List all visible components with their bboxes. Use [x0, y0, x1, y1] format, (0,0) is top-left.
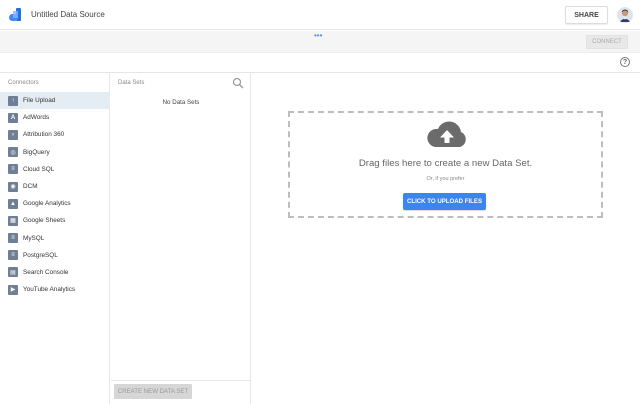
datasets-panel: Data Sets No Data Sets CREATE NEW DATA S…	[111, 73, 251, 404]
adwords-icon: A	[8, 112, 18, 123]
bigquery-icon: ◎	[8, 147, 18, 158]
no-datasets-text: No Data Sets	[162, 99, 200, 106]
cloud-sql-icon: ≡	[8, 164, 18, 175]
connector-label: Attribution 360	[23, 131, 65, 139]
analytics-icon: ▲	[8, 198, 18, 209]
share-button[interactable]: SHARE	[565, 6, 608, 24]
dcm-icon: ◉	[8, 181, 18, 192]
connector-item[interactable]: ▦ Google Sheets	[0, 212, 110, 229]
help-icon[interactable]: ?	[620, 57, 630, 67]
connector-label: AdWords	[23, 114, 50, 122]
connector-item[interactable]: ≡ PostgreSQL	[0, 247, 110, 264]
data-studio-logo-icon[interactable]	[9, 8, 21, 21]
connector-item[interactable]: A AdWords	[0, 109, 110, 126]
connector-item[interactable]: ▤ Search Console	[0, 264, 110, 281]
youtube-icon: ▶	[8, 284, 18, 295]
connector-label: YouTube Analytics	[23, 286, 76, 294]
drag-handle-icon[interactable]: •••	[314, 31, 322, 40]
cloud-upload-icon	[427, 121, 466, 147]
file-drop-zone[interactable]: Drag files here to create a new Data Set…	[288, 111, 603, 218]
drop-title: Drag files here to create a new Data Set…	[358, 158, 533, 169]
connector-label: Cloud SQL	[23, 165, 55, 173]
connector-label: Google Analytics	[23, 200, 71, 208]
connector-item[interactable]: ◉ DCM	[0, 178, 110, 195]
file-upload-icon: ↑	[8, 95, 18, 106]
top-bar: Untitled Data Source SHARE	[0, 0, 640, 30]
sub-toolbar: ••• CONNECT	[0, 31, 640, 53]
connector-label: DCM	[23, 183, 38, 191]
connectors-panel: Connectors ↑ File Upload A AdWords › Attribut…	[0, 73, 110, 404]
data-source-title[interactable]: Untitled Data Source	[31, 10, 105, 19]
connector-item[interactable]: ↑ File Upload	[0, 92, 110, 110]
connect-button[interactable]: CONNECT	[586, 35, 628, 49]
search-icon[interactable]	[232, 77, 244, 89]
mysql-icon: ≡	[8, 233, 18, 244]
divider	[111, 380, 251, 381]
datasets-header: Data Sets	[118, 80, 145, 86]
connector-item[interactable]: ≡ Cloud SQL	[0, 161, 110, 178]
user-avatar[interactable]	[617, 7, 633, 23]
connector-label: Search Console	[23, 268, 69, 276]
sheets-icon: ▦	[8, 215, 18, 226]
connector-item[interactable]: ◎ BigQuery	[0, 144, 110, 161]
attribution-icon: ›	[8, 129, 18, 140]
connector-label: MySQL	[23, 234, 45, 242]
connector-label: BigQuery	[23, 148, 50, 156]
connector-item[interactable]: ≡ MySQL	[0, 230, 110, 247]
connector-label: PostgreSQL	[23, 251, 58, 259]
search-console-icon: ▤	[8, 267, 18, 278]
drop-subtitle: Or, if you prefer	[426, 176, 465, 182]
connector-item[interactable]: › Attribution 360	[0, 126, 110, 143]
postgresql-icon: ≡	[8, 250, 18, 261]
connectors-header: Connectors	[8, 80, 39, 86]
upload-files-button[interactable]: CLICK TO UPLOAD FILES	[403, 193, 486, 210]
connector-label: Google Sheets	[23, 217, 66, 225]
connector-item[interactable]: ▶ YouTube Analytics	[0, 281, 110, 298]
connector-item[interactable]: ▲ Google Analytics	[0, 195, 110, 212]
connector-label: File Upload	[23, 97, 56, 105]
create-dataset-button[interactable]: CREATE NEW DATA SET	[114, 384, 192, 399]
connectors-list: ↑ File Upload A AdWords › Attribution 360 ◎ Big…	[0, 92, 110, 298]
